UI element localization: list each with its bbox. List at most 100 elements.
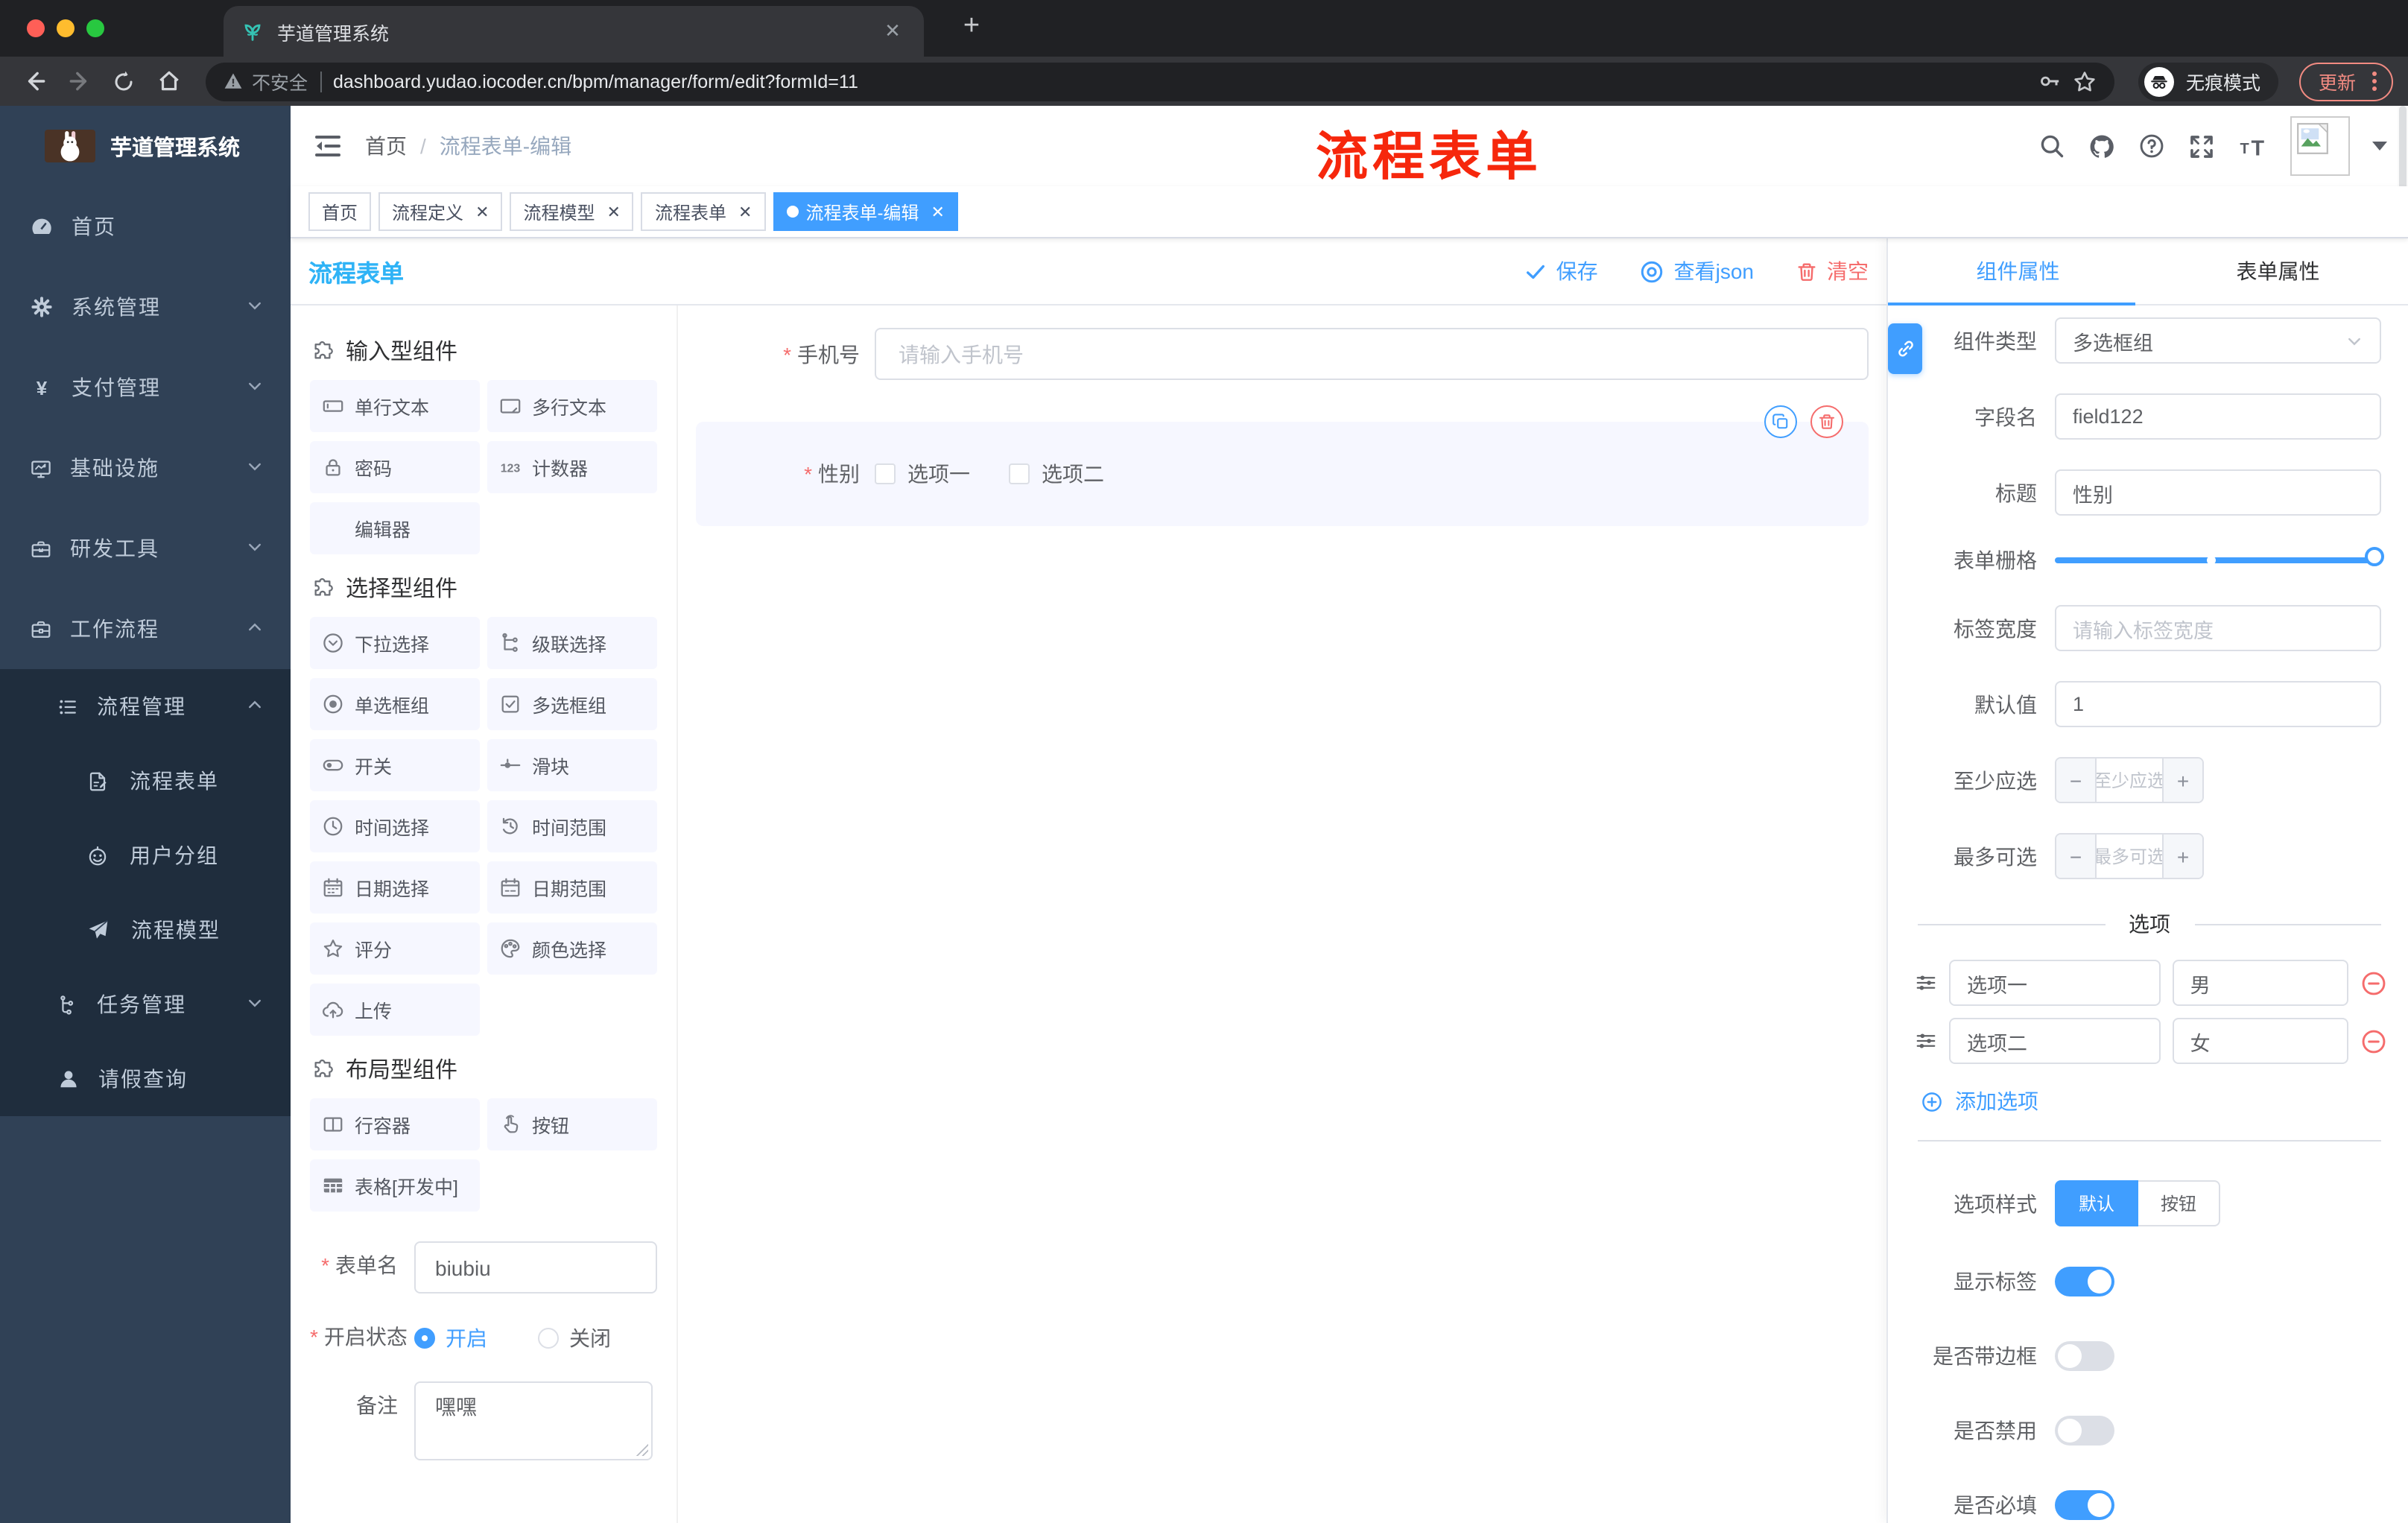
max-select-stepper[interactable]: − 最多可选 +	[2055, 833, 2204, 879]
canvas-field-gender-selected[interactable]: 性别 选项一 选项二	[696, 405, 1869, 526]
grid-slider[interactable]	[2055, 547, 2384, 566]
component-时间选择[interactable]: 时间选择	[310, 800, 480, 852]
option-style-default-button[interactable]: 默认	[2055, 1180, 2139, 1226]
component-日期范围[interactable]: 日期范围	[487, 861, 657, 914]
minimize-window-button[interactable]	[57, 19, 75, 37]
label-width-input[interactable]: 请输入标签宽度	[2055, 605, 2381, 651]
sidebar-item-支付管理[interactable]: ¥ 支付管理	[0, 347, 291, 428]
search-icon[interactable]	[2038, 133, 2065, 159]
add-option-button[interactable]: 添加选项	[1921, 1086, 2408, 1116]
increase-icon[interactable]: +	[2164, 835, 2202, 878]
tag-close-icon[interactable]: ✕	[931, 202, 944, 221]
status-off-radio[interactable]	[538, 1327, 559, 1348]
new-tab-button[interactable]: +	[954, 10, 989, 46]
gender-option-1[interactable]: 选项一	[875, 459, 970, 489]
slider-handle[interactable]	[2365, 547, 2384, 566]
increase-icon[interactable]: +	[2164, 759, 2202, 802]
checkbox-icon[interactable]	[1009, 463, 1030, 484]
min-select-stepper[interactable]: − 至少应选 +	[2055, 757, 2204, 803]
default-value-input[interactable]: 1	[2055, 681, 2381, 727]
tag-首页[interactable]: 首页	[308, 192, 372, 231]
delete-widget-button[interactable]	[1810, 405, 1843, 438]
decrease-icon[interactable]: −	[2056, 835, 2095, 878]
tag-流程定义[interactable]: 流程定义 ✕	[378, 192, 503, 231]
phone-input[interactable]: 请输入手机号	[875, 328, 1869, 380]
option-value-input[interactable]: 男	[2172, 960, 2348, 1006]
component-时间范围[interactable]: 时间范围	[487, 800, 657, 852]
collapse-sidebar-icon[interactable]	[311, 130, 344, 162]
component-多选框组[interactable]: 多选框组	[487, 678, 657, 730]
option-style-button-button[interactable]: 按钮	[2138, 1180, 2221, 1226]
sidebar-item-请假查询[interactable]: 请假查询	[0, 1042, 291, 1116]
component-单行文本[interactable]: 单行文本	[310, 380, 480, 432]
tab-component-props[interactable]: 组件属性	[1888, 238, 2148, 304]
component-颜色选择[interactable]: 颜色选择	[487, 922, 657, 975]
component-表格[开发中][interactable]: 表格[开发中]	[310, 1159, 480, 1212]
tag-流程表单-编辑[interactable]: 流程表单-编辑 ✕	[773, 192, 958, 231]
sidebar-item-研发工具[interactable]: 研发工具	[0, 508, 291, 589]
option-label-input[interactable]: 选项二	[1949, 1018, 2161, 1064]
field-name-input[interactable]: field122	[2055, 393, 2381, 440]
component-计数器[interactable]: 123 计数器	[487, 441, 657, 493]
tag-close-icon[interactable]: ✕	[738, 202, 752, 221]
sidebar-item-首页[interactable]: 首页	[0, 186, 291, 267]
gender-option-2[interactable]: 选项二	[1009, 459, 1104, 489]
drag-handle-icon[interactable]	[1915, 1030, 1937, 1052]
resize-grip-icon[interactable]	[635, 1443, 648, 1456]
required-toggle[interactable]	[2055, 1490, 2114, 1520]
url-bar[interactable]: 不安全 dashboard.yudao.iocoder.cn/bpm/manag…	[206, 62, 2114, 101]
avatar[interactable]	[2290, 116, 2350, 176]
bookmark-star-icon[interactable]	[2073, 69, 2097, 93]
sidebar-item-任务管理[interactable]: 任务管理	[0, 967, 291, 1042]
show-label-toggle[interactable]	[2055, 1267, 2114, 1296]
font-size-icon[interactable]: TT	[2238, 131, 2268, 161]
tag-流程模型[interactable]: 流程模型 ✕	[510, 192, 634, 231]
drag-handle-icon[interactable]	[1915, 972, 1937, 994]
reload-icon[interactable]	[104, 62, 143, 101]
fullscreen-icon[interactable]	[2187, 132, 2216, 160]
clear-button[interactable]: 清空	[1796, 256, 1869, 286]
view-json-button[interactable]: 查看json	[1640, 256, 1754, 286]
sidebar-item-工作流程[interactable]: 工作流程	[0, 589, 291, 669]
component-type-select[interactable]: 多选框组	[2055, 317, 2381, 364]
tag-close-icon[interactable]: ✕	[607, 202, 621, 221]
status-on-radio[interactable]	[414, 1327, 435, 1348]
sidebar-item-流程表单[interactable]: 流程表单	[0, 744, 291, 818]
sidebar-logo[interactable]: 芋道管理系统	[0, 106, 291, 186]
decrease-icon[interactable]: −	[2056, 759, 2095, 802]
key-icon[interactable]	[2038, 70, 2061, 92]
component-单选框组[interactable]: 单选框组	[310, 678, 480, 730]
component-开关[interactable]: 开关	[310, 739, 480, 791]
border-toggle[interactable]	[2055, 1341, 2114, 1371]
component-密码[interactable]: 密码	[310, 441, 480, 493]
update-label[interactable]: 更新	[2319, 67, 2356, 95]
copy-widget-button[interactable]	[1764, 405, 1797, 438]
sidebar-item-用户分组[interactable]: 用户分组	[0, 818, 291, 893]
component-评分[interactable]: 评分	[310, 922, 480, 975]
title-input[interactable]: 性别	[2055, 469, 2381, 516]
window-controls[interactable]	[27, 19, 104, 37]
tab-close-icon[interactable]: ✕	[879, 19, 906, 43]
component-编辑器[interactable]: 编辑器	[310, 502, 480, 554]
url-text[interactable]: dashboard.yudao.iocoder.cn/bpm/manager/f…	[333, 71, 2027, 92]
update-button[interactable]: 更新	[2298, 62, 2393, 101]
remove-option-button[interactable]	[2360, 969, 2387, 996]
sidebar-item-基础设施[interactable]: 基础设施	[0, 428, 291, 508]
breadcrumb-home[interactable]: 首页	[365, 131, 407, 161]
component-按钮[interactable]: 按钮	[487, 1098, 657, 1150]
back-icon[interactable]	[15, 62, 54, 101]
component-上传[interactable]: 上传	[310, 984, 480, 1036]
sidebar-item-流程管理[interactable]: 流程管理	[0, 669, 291, 744]
close-window-button[interactable]	[27, 19, 45, 37]
form-name-input[interactable]: biubiu	[414, 1241, 657, 1294]
component-滑块[interactable]: 滑块	[487, 739, 657, 791]
sidebar-item-流程模型[interactable]: 流程模型	[0, 893, 291, 967]
component-下拉选择[interactable]: 下拉选择	[310, 617, 480, 669]
avatar-caret-icon[interactable]	[2372, 142, 2387, 151]
option-value-input[interactable]: 女	[2172, 1018, 2348, 1064]
canvas-field-phone[interactable]: 手机号 请输入手机号	[696, 328, 1869, 380]
disabled-toggle[interactable]	[2055, 1416, 2114, 1446]
help-icon[interactable]	[2138, 133, 2165, 159]
link-badge-icon[interactable]	[1888, 323, 1922, 374]
save-button[interactable]: 保存	[1525, 256, 1598, 286]
